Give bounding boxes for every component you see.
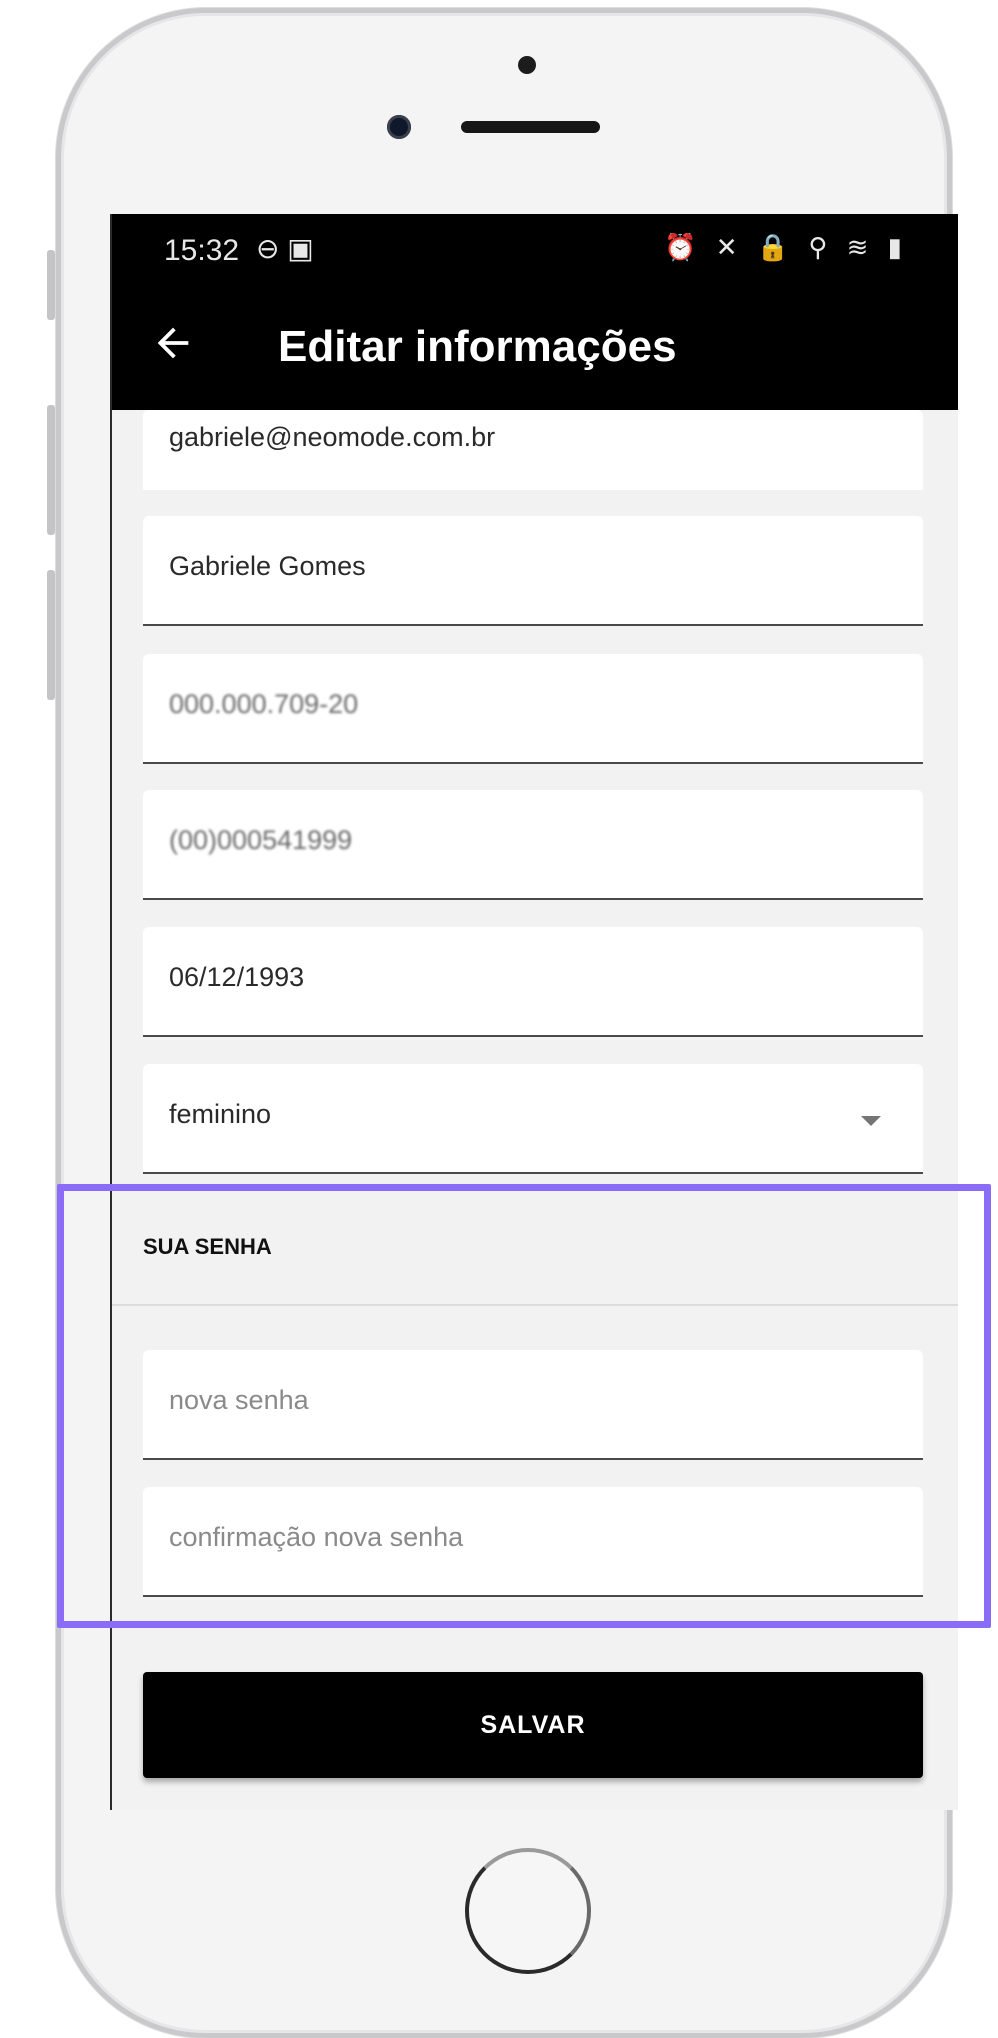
chevron-down-icon: [861, 1116, 881, 1126]
highlight-box: [57, 1184, 991, 1628]
email-value: gabriele@neomode.com.br: [169, 422, 496, 452]
volume-down-button: [47, 570, 55, 700]
save-button[interactable]: SALVAR: [143, 1672, 923, 1778]
page-title: Editar informações: [278, 322, 677, 371]
name-field[interactable]: Gabriele Gomes: [143, 516, 923, 626]
gender-select[interactable]: feminino: [143, 1064, 923, 1174]
cpf-field[interactable]: 000.000.709-20: [143, 654, 923, 764]
status-right-icons: ⏰ ✕ 🔒 ⚲ ≋ ▮: [664, 232, 908, 262]
gender-value: feminino: [169, 1099, 272, 1129]
sensor-dot: [518, 56, 536, 74]
status-time: 15:32: [164, 234, 240, 267]
earpiece-speaker: [461, 121, 600, 133]
front-camera: [387, 115, 411, 139]
phone-value: (00)000541999: [169, 825, 353, 855]
birthdate-field[interactable]: 06/12/1993: [143, 927, 923, 1037]
app-bar: Editar informações: [110, 292, 958, 410]
phone-field[interactable]: (00)000541999: [143, 790, 923, 900]
side-button: [47, 250, 55, 320]
birthdate-value: 06/12/1993: [169, 962, 305, 992]
volume-up-button: [47, 405, 55, 535]
status-bar: 15:32 ⊖ ▣ ⏰ ✕ 🔒 ⚲ ≋ ▮: [110, 214, 958, 292]
email-field[interactable]: gabriele@neomode.com.br: [143, 410, 923, 490]
arrow-left-icon[interactable]: [150, 320, 200, 370]
cpf-value: 000.000.709-20: [169, 689, 359, 719]
home-button[interactable]: [465, 1848, 591, 1974]
status-left-icons: ⊖ ▣: [256, 233, 314, 264]
name-value: Gabriele Gomes: [169, 551, 366, 581]
